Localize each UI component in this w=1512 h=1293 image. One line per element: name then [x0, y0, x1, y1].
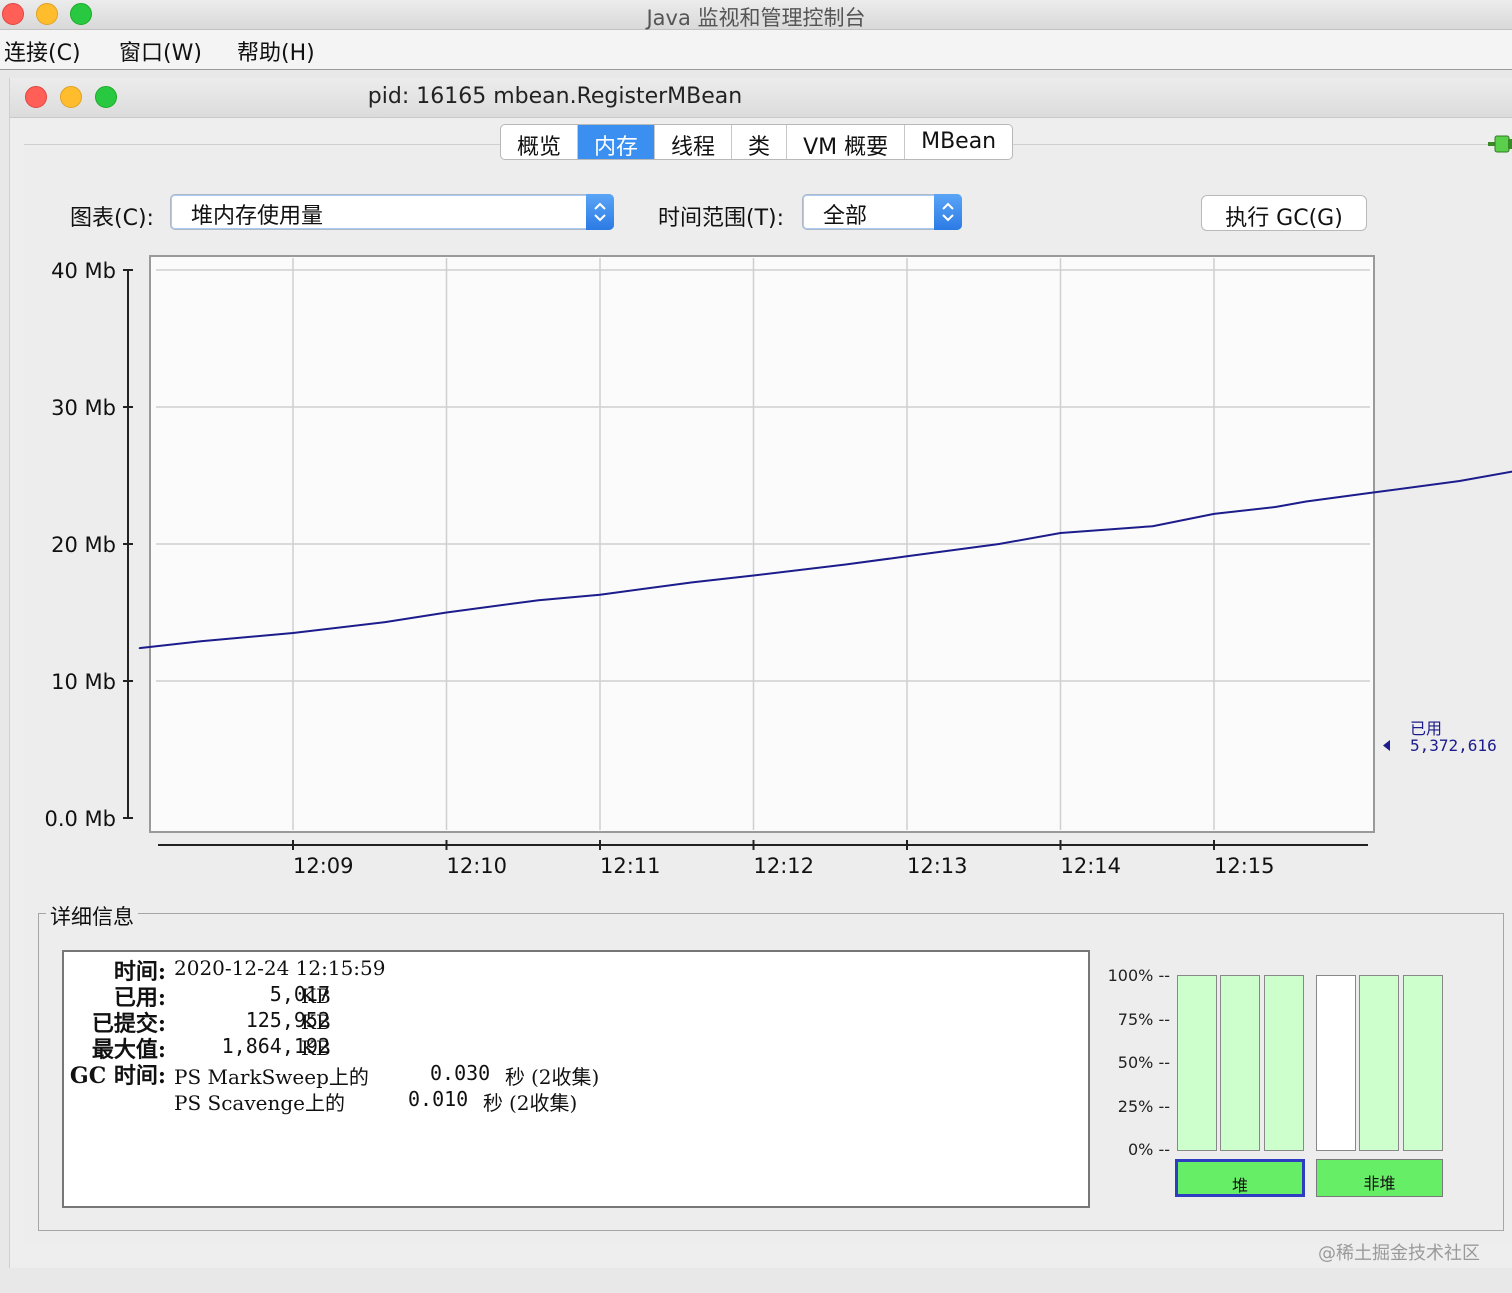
gc-collector-unit: 秒	[483, 1091, 503, 1115]
y-tick-label: 30 Mb	[51, 396, 116, 420]
data-point	[691, 581, 693, 584]
pool-bar-fill	[1178, 976, 1216, 1150]
memory-chart: 40 Mb 30 Mb 20 Mb 10 Mb 0.0 Mb 12:09 12:10 12:…	[44, 255, 1512, 878]
nonheap-pool-bar[interactable]	[1316, 975, 1356, 1151]
data-point	[1366, 492, 1369, 495]
x-tick-label: 12:09	[293, 854, 354, 878]
inner-titlebar: pid: 16165 mbean.RegisterMBean	[10, 78, 1512, 118]
pool-bar-fill	[1221, 976, 1259, 1150]
chevron-updown-icon	[934, 194, 962, 230]
tab-overview[interactable]: 概览	[501, 125, 579, 159]
x-tick-label: 12:12	[754, 854, 815, 878]
tab-memory[interactable]: 内存	[578, 125, 656, 159]
menu-connect[interactable]: 连接(C)	[4, 35, 81, 67]
menu-window[interactable]: 窗口(W)	[119, 35, 202, 67]
tab-mbean[interactable]: MBean	[905, 125, 1012, 159]
data-point	[844, 563, 847, 566]
data-point	[906, 555, 908, 558]
used-unit: KB	[301, 984, 331, 1008]
window-title: Java 监视和管理控制台	[646, 6, 866, 30]
data-point	[998, 543, 1000, 545]
gc-collector-count: (2收集)	[509, 1091, 578, 1115]
heap-pool-bar[interactable]	[1220, 975, 1260, 1151]
chevron-updown-icon	[586, 194, 614, 230]
window-titlebar: Java 监视和管理控制台	[0, 0, 1512, 30]
x-tick-label: 12:13	[907, 854, 968, 878]
data-point	[1458, 480, 1461, 482]
gc-collector-time: 0.010	[408, 1087, 469, 1111]
watermark: @稀土掘金技术社区	[1318, 1243, 1480, 1264]
heap-pool-bar[interactable]	[1264, 975, 1304, 1151]
menu-help[interactable]: 帮助(H)	[237, 35, 315, 67]
y-tick-label: 20 Mb	[51, 533, 116, 557]
data-point	[292, 632, 294, 634]
details-title: 详细信息	[46, 901, 138, 931]
data-point	[138, 647, 141, 649]
data-point	[1059, 532, 1062, 534]
max-unit: KB	[301, 1036, 331, 1060]
data-point	[1151, 525, 1154, 527]
tab-threads[interactable]: 线程	[655, 125, 733, 159]
heap-button[interactable]: 堆	[1175, 1159, 1305, 1197]
menu-bar: 连接(C) 窗口(W) 帮助(H)	[0, 30, 1512, 70]
data-point	[445, 611, 448, 614]
data-point	[200, 640, 202, 643]
gc-collector-time: 0.030	[430, 1061, 491, 1085]
inner-window-title: pid: 16165 mbean.RegisterMBean	[367, 84, 743, 109]
data-point	[1274, 506, 1277, 508]
chart-select-value: 堆内存使用量	[191, 204, 324, 229]
time-value: 2020-12-24 12:15:59	[174, 956, 386, 980]
pool-bar-fill	[1404, 976, 1442, 1150]
gc-time-label: GC 时间:	[69, 1063, 166, 1089]
tab-vm-summary[interactable]: VM 概要	[787, 125, 906, 159]
data-point	[537, 599, 540, 601]
connection-icon	[1488, 135, 1512, 153]
gc-collector-name: PS Scavenge上的	[174, 1091, 345, 1115]
chart-select[interactable]: 堆内存使用量	[170, 194, 614, 230]
gc-collector-name: PS MarkSweep上的	[174, 1065, 369, 1089]
tab-bar: 概览 内存 线程 类 VM 概要 MBean	[500, 124, 1014, 160]
details-info-box: 时间: 2020-12-24 12:15:59 已用: 5,017 KB 已提交…	[62, 950, 1090, 1208]
committed-unit: KB	[301, 1010, 331, 1034]
data-point	[1305, 500, 1307, 503]
y-tick-label: 0.0 Mb	[44, 807, 116, 831]
x-tick-label: 12:11	[600, 854, 661, 878]
pool-y-tick: 50% --	[1117, 1053, 1170, 1072]
pool-bar-fill	[1360, 976, 1398, 1150]
gc-collector-count: (2收集)	[531, 1065, 600, 1089]
heap-pool-bar[interactable]	[1177, 975, 1217, 1151]
perform-gc-button[interactable]: 执行 GC(G)	[1201, 195, 1367, 231]
used-legend-value: 5,372,616	[1410, 736, 1497, 755]
chart-label: 图表(C):	[70, 206, 154, 231]
tab-classes[interactable]: 类	[732, 125, 788, 159]
pool-y-tick: 100% --	[1107, 966, 1170, 985]
pool-bar-fill	[1265, 976, 1303, 1150]
time-range-select[interactable]: 全部	[802, 194, 962, 230]
time-range-value: 全部	[823, 204, 868, 229]
pool-y-tick: 25% --	[1117, 1097, 1170, 1116]
x-tick-label: 12:15	[1214, 854, 1275, 878]
current-value-marker	[1383, 740, 1390, 751]
y-tick-label: 40 Mb	[51, 259, 116, 283]
time-range-label: 时间范围(T):	[658, 206, 785, 231]
nonheap-button[interactable]: 非堆	[1316, 1159, 1443, 1197]
gc-collector-unit: 秒	[505, 1065, 525, 1089]
pool-y-tick: 0% --	[1127, 1140, 1170, 1159]
pool-y-tick: 75% --	[1117, 1010, 1170, 1029]
y-tick-label: 10 Mb	[51, 670, 116, 694]
data-point	[599, 593, 601, 596]
nonheap-pool-bar[interactable]	[1359, 975, 1399, 1151]
data-point	[1213, 513, 1215, 515]
data-point	[384, 621, 386, 623]
x-tick-label: 12:10	[447, 854, 508, 878]
data-point	[752, 574, 755, 577]
nonheap-pool-bar[interactable]	[1403, 975, 1443, 1151]
x-tick-label: 12:14	[1061, 854, 1122, 878]
